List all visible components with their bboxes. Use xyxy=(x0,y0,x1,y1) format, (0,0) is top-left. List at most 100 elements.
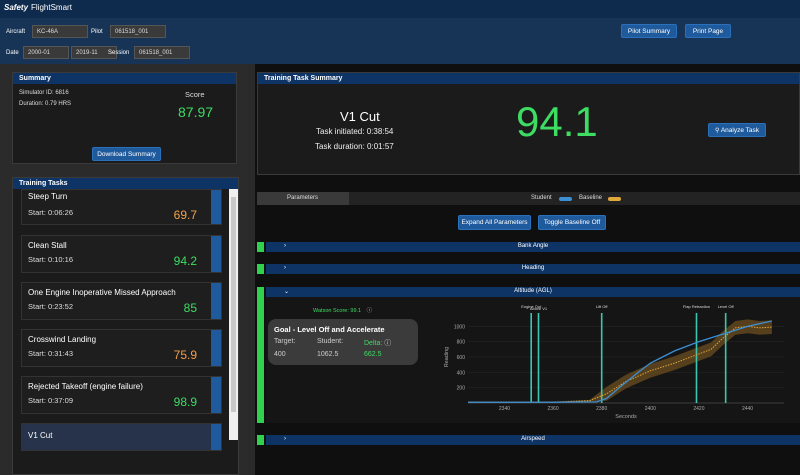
x-tick-label: 2400 xyxy=(645,406,656,412)
task-score: 94.2 xyxy=(173,254,197,268)
date-label: Date xyxy=(6,50,19,56)
baseline-legend-label: Baseline xyxy=(579,195,603,201)
task-bar xyxy=(211,236,221,272)
filter-bar: Aircraft KC-46A Pilot 061518_001 Date 20… xyxy=(0,18,800,64)
student-label: Student: xyxy=(317,338,344,345)
info-icon[interactable]: ⓘ xyxy=(367,308,373,314)
student-legend-swatch xyxy=(559,197,572,201)
task-summary-title: Training Task Summary xyxy=(258,73,799,84)
task-bar xyxy=(211,283,221,319)
section-label: Altitude (AGL) xyxy=(514,288,552,294)
heading-indicator xyxy=(257,264,264,274)
task-item-crosswind-landing[interactable]: Crosswind Landing Start: 0:31:43 75.9 xyxy=(21,329,222,367)
task-name: Steep Turn xyxy=(28,192,68,201)
left-column: Summary Simulator ID: 6816 Duration: 0.7… xyxy=(0,64,248,475)
task-item-v1-cut[interactable]: V1 Cut xyxy=(21,423,222,451)
section-label: Heading xyxy=(521,265,545,271)
parameters-bar: Parameters Student Baseline xyxy=(257,192,800,205)
task-start: Start: 0:10:16 xyxy=(28,255,74,264)
aircraft-label: Aircraft xyxy=(6,29,26,35)
task-item-engine-missed-approach[interactable]: One Engine Inoperative Missed Approach S… xyxy=(21,282,222,320)
toggle-baseline-button[interactable]: Toggle Baseline Off xyxy=(538,215,606,230)
altitude-body: Watson Score: 99.1 ⓘ Goal - Level Off an… xyxy=(266,297,800,423)
task-start: Start: 0:06:26 xyxy=(28,208,74,217)
expand-all-parameters-button[interactable]: Expand All Parameters xyxy=(458,215,531,230)
pilot-summary-button[interactable]: Pilot Summary xyxy=(621,24,677,38)
task-list: Steep Turn Start: 0:06:26 69.7 Clean Sta… xyxy=(13,189,230,474)
task-item-clean-stall[interactable]: Clean Stall Start: 0:10:16 94.2 xyxy=(21,235,222,273)
session-label: Session xyxy=(108,50,130,56)
watson-score-text: Watson Score: 99.1 xyxy=(313,308,362,314)
print-page-button[interactable]: Print Page xyxy=(685,24,731,38)
training-tasks-title: Training Tasks xyxy=(13,178,238,189)
summary-panel: Summary Simulator ID: 6816 Duration: 0.7… xyxy=(12,72,237,164)
task-bar xyxy=(211,330,221,366)
x-tick-label: 2420 xyxy=(693,406,704,412)
top-bar: Safety FlightSmart xyxy=(0,0,800,18)
section-heading[interactable]: › Heading xyxy=(266,264,800,274)
summary-title: Summary xyxy=(13,73,236,84)
annotation-label: Lift Off xyxy=(596,304,609,309)
task-bar xyxy=(211,377,221,413)
altitude-chart: 200 400 600 800 1000 2340 2360 2380 2400 2420 2440… xyxy=(444,304,784,420)
aircraft-select[interactable]: KC-46A xyxy=(32,25,88,38)
x-tick-label: 2380 xyxy=(596,406,607,412)
scrollbar-thumb[interactable] xyxy=(231,197,236,412)
date-from-field[interactable]: 2000-01 xyxy=(23,46,69,59)
simulator-id: Simulator ID: 6816 xyxy=(19,90,69,96)
x-tick-label: 2360 xyxy=(548,406,559,412)
task-score: 75.9 xyxy=(173,348,197,362)
student-legend-label: Student xyxy=(531,195,552,201)
task-name: V1 Cut xyxy=(28,431,53,440)
altitude-indicator xyxy=(257,287,264,423)
watson-score: Watson Score: 99.1 ⓘ xyxy=(313,306,372,314)
session-select[interactable]: 061518_001 xyxy=(134,46,190,59)
task-name: Clean Stall xyxy=(28,241,67,250)
analyze-task-button[interactable]: ⚲ Analyze Task xyxy=(708,123,766,137)
y-tick-label: 400 xyxy=(457,370,466,376)
delta-label-text: Delta: xyxy=(364,340,383,347)
x-axis-label: Seconds xyxy=(615,414,637,420)
right-column: Training Task Summary V1 Cut Task initia… xyxy=(255,64,800,475)
score-label: Score xyxy=(185,90,205,99)
annotation-label: Flap Retraction xyxy=(683,304,710,309)
airspeed-indicator xyxy=(257,435,264,445)
x-tick-label: 2440 xyxy=(742,406,753,412)
x-tick-label: 2340 xyxy=(499,406,510,412)
delta-label: Delta: ⓘ xyxy=(364,338,391,348)
goal-title: Goal - Level Off and Accelerate xyxy=(274,325,385,334)
task-bar xyxy=(211,424,221,450)
target-value: 400 xyxy=(274,351,286,358)
task-start: Start: 0:31:43 xyxy=(28,349,74,358)
task-item-steep-turn[interactable]: Steep Turn Start: 0:06:26 69.7 xyxy=(21,189,222,225)
task-initiated: Task initiated: 0:38:54 xyxy=(316,127,394,136)
training-tasks-panel: Training Tasks Steep Turn Start: 0:06:26… xyxy=(12,177,239,475)
info-icon[interactable]: ⓘ xyxy=(384,340,391,347)
section-bank-angle[interactable]: › Bank Angle xyxy=(266,242,800,252)
summary-score: 87.97 xyxy=(178,104,214,120)
download-summary-button[interactable]: Download Summary xyxy=(92,147,161,161)
app-logo: Safety FlightSmart xyxy=(4,3,72,12)
y-axis-label: Reading xyxy=(444,347,450,368)
parameters-tab[interactable]: Parameters xyxy=(257,192,349,205)
app-name: FlightSmart xyxy=(31,3,72,12)
brand-name: Safety xyxy=(4,3,29,12)
y-tick-label: 1000 xyxy=(454,324,465,330)
section-airspeed[interactable]: › Airspeed xyxy=(266,435,800,445)
task-duration: Task duration: 0:01:57 xyxy=(315,142,394,151)
section-label: Bank Angle xyxy=(517,243,549,249)
task-score: 69.7 xyxy=(173,208,197,222)
task-score-large: 94.1 xyxy=(516,98,598,145)
section-altitude[interactable]: ⌄ Altitude (AGL) xyxy=(266,287,800,297)
task-score: 98.9 xyxy=(173,395,197,409)
y-tick-label: 800 xyxy=(457,340,466,346)
task-summary-panel: Training Task Summary V1 Cut Task initia… xyxy=(257,72,800,175)
pilot-select[interactable]: 061518_001 xyxy=(110,25,166,38)
task-score: 85 xyxy=(183,301,197,315)
bank-angle-indicator xyxy=(257,242,264,252)
delta-value: 662.5 xyxy=(364,351,382,358)
task-name: One Engine Inoperative Missed Approach xyxy=(28,288,176,297)
annotation-label: Level Off xyxy=(718,304,735,309)
task-list-scrollbar[interactable] xyxy=(229,189,238,440)
task-item-rejected-takeoff[interactable]: Rejected Takeoff (engine failure) Start:… xyxy=(21,376,222,414)
